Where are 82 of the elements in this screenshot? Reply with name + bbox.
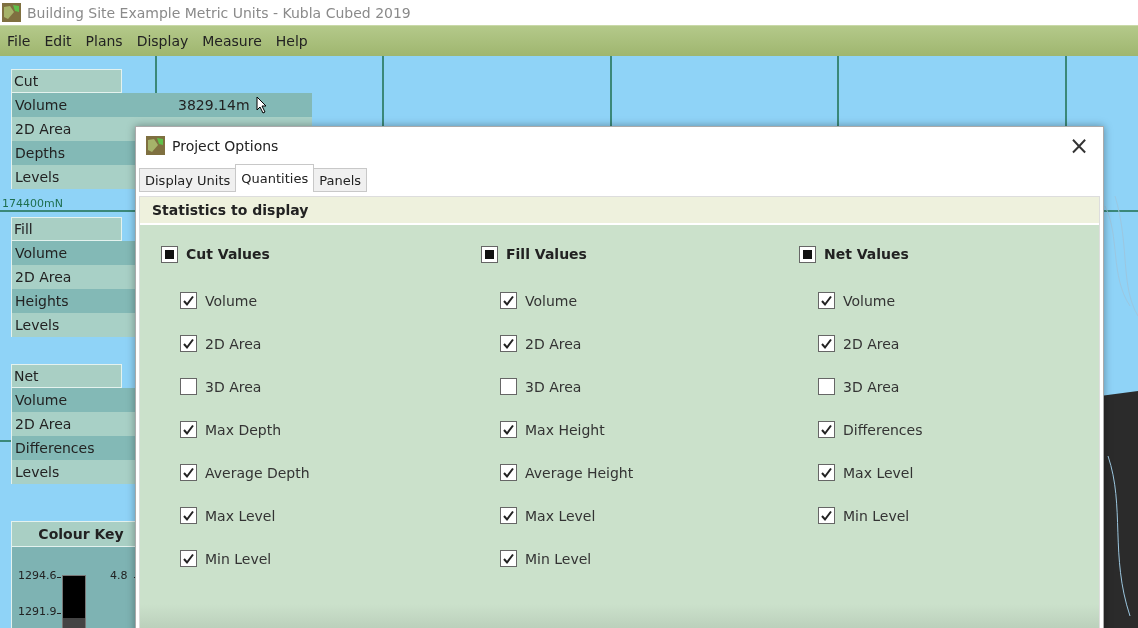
option-label: Max Level (525, 507, 596, 524)
option-label: Volume (525, 292, 578, 309)
stat-label: 2D Area (15, 416, 72, 432)
checkbox[interactable] (500, 378, 517, 395)
option-label: Max Depth (205, 421, 282, 438)
key-tick-label: 4.8 (110, 569, 128, 582)
tab[interactable]: Display Units (139, 168, 237, 192)
option-label: Average Depth (205, 464, 310, 481)
checkbox[interactable] (180, 464, 197, 481)
checkbox[interactable] (818, 464, 835, 481)
checkbox[interactable] (500, 292, 517, 309)
checkbox[interactable] (500, 550, 517, 567)
menu-item[interactable]: Measure (197, 33, 267, 49)
menu-item[interactable]: Plans (80, 33, 128, 49)
checkbox[interactable] (180, 507, 197, 524)
option-label: Max Level (205, 507, 276, 524)
menu-item[interactable]: Help (270, 33, 313, 49)
group-checkbox[interactable] (161, 245, 178, 263)
option-label: Min Level (843, 507, 910, 524)
checkbox[interactable] (818, 292, 835, 309)
app-logo-icon (146, 136, 165, 155)
key-tick-label: 1291.9 (18, 605, 57, 618)
option-label: Average Height (525, 464, 634, 481)
checkbox[interactable] (180, 421, 197, 438)
panel-header: Fill (11, 217, 122, 241)
menu-item[interactable]: Edit (39, 33, 77, 49)
checkbox[interactable] (818, 421, 835, 438)
close-button[interactable]: × (1064, 133, 1093, 158)
option-label: 3D Area (525, 378, 582, 395)
coordinate-label: 174400mN (2, 197, 63, 210)
checkbox[interactable] (500, 464, 517, 481)
app-logo-icon (2, 3, 21, 22)
colour-scale-bar (62, 575, 86, 628)
stat-value: 3829.14m (178, 97, 250, 113)
stat-label: Levels (15, 169, 60, 185)
checkbox[interactable] (500, 335, 517, 352)
stat-label: Volume (15, 97, 68, 113)
menu-item[interactable]: Display (131, 33, 194, 49)
dialog-title: Project Options (172, 137, 279, 154)
panel-header: Net (11, 364, 122, 388)
checkbox[interactable] (818, 507, 835, 524)
checkbox[interactable] (180, 335, 197, 352)
stat-label: Volume (15, 245, 68, 261)
panel-header: Cut (11, 69, 122, 93)
stat-label: Differences (15, 440, 95, 456)
checkbox[interactable] (180, 378, 197, 395)
mouse-cursor-icon (256, 96, 268, 114)
group-label: Fill Values (506, 246, 587, 262)
window-title: Building Site Example Metric Units - Kubla Cubed 2019 (27, 4, 411, 21)
option-label: Max Level (843, 464, 914, 481)
option-label: 3D Area (205, 378, 262, 395)
group-label: Net Values (824, 246, 909, 262)
stat-label: Volume (15, 392, 68, 408)
checkbox[interactable] (180, 550, 197, 567)
checkbox[interactable] (500, 507, 517, 524)
option-label: Volume (205, 292, 258, 309)
section-title: Statistics to display (140, 197, 1099, 225)
group-label: Cut Values (186, 246, 270, 262)
tab[interactable]: Panels (313, 168, 367, 192)
stat-label: Levels (15, 317, 60, 333)
checkbox[interactable] (818, 335, 835, 352)
option-label: 2D Area (843, 335, 900, 352)
stat-label: 2D Area (15, 121, 72, 137)
stat-label: Levels (15, 464, 60, 480)
stat-label: Heights (15, 293, 69, 309)
stat-label: 2D Area (15, 269, 72, 285)
option-label: 2D Area (525, 335, 582, 352)
checkbox[interactable] (818, 378, 835, 395)
option-label: Max Height (525, 421, 605, 438)
stat-label: Depths (15, 145, 65, 161)
option-label: Min Level (525, 550, 592, 567)
key-tick-label: 1294.6 (18, 569, 57, 582)
menu-item[interactable]: File (2, 33, 36, 49)
option-label: Differences (843, 421, 923, 438)
checkbox[interactable] (180, 292, 197, 309)
group-checkbox[interactable] (481, 245, 498, 263)
option-label: 2D Area (205, 335, 262, 352)
option-label: Min Level (205, 550, 272, 567)
group-checkbox[interactable] (799, 245, 816, 263)
option-label: Volume (843, 292, 896, 309)
checkbox[interactable] (500, 421, 517, 438)
option-label: 3D Area (843, 378, 900, 395)
